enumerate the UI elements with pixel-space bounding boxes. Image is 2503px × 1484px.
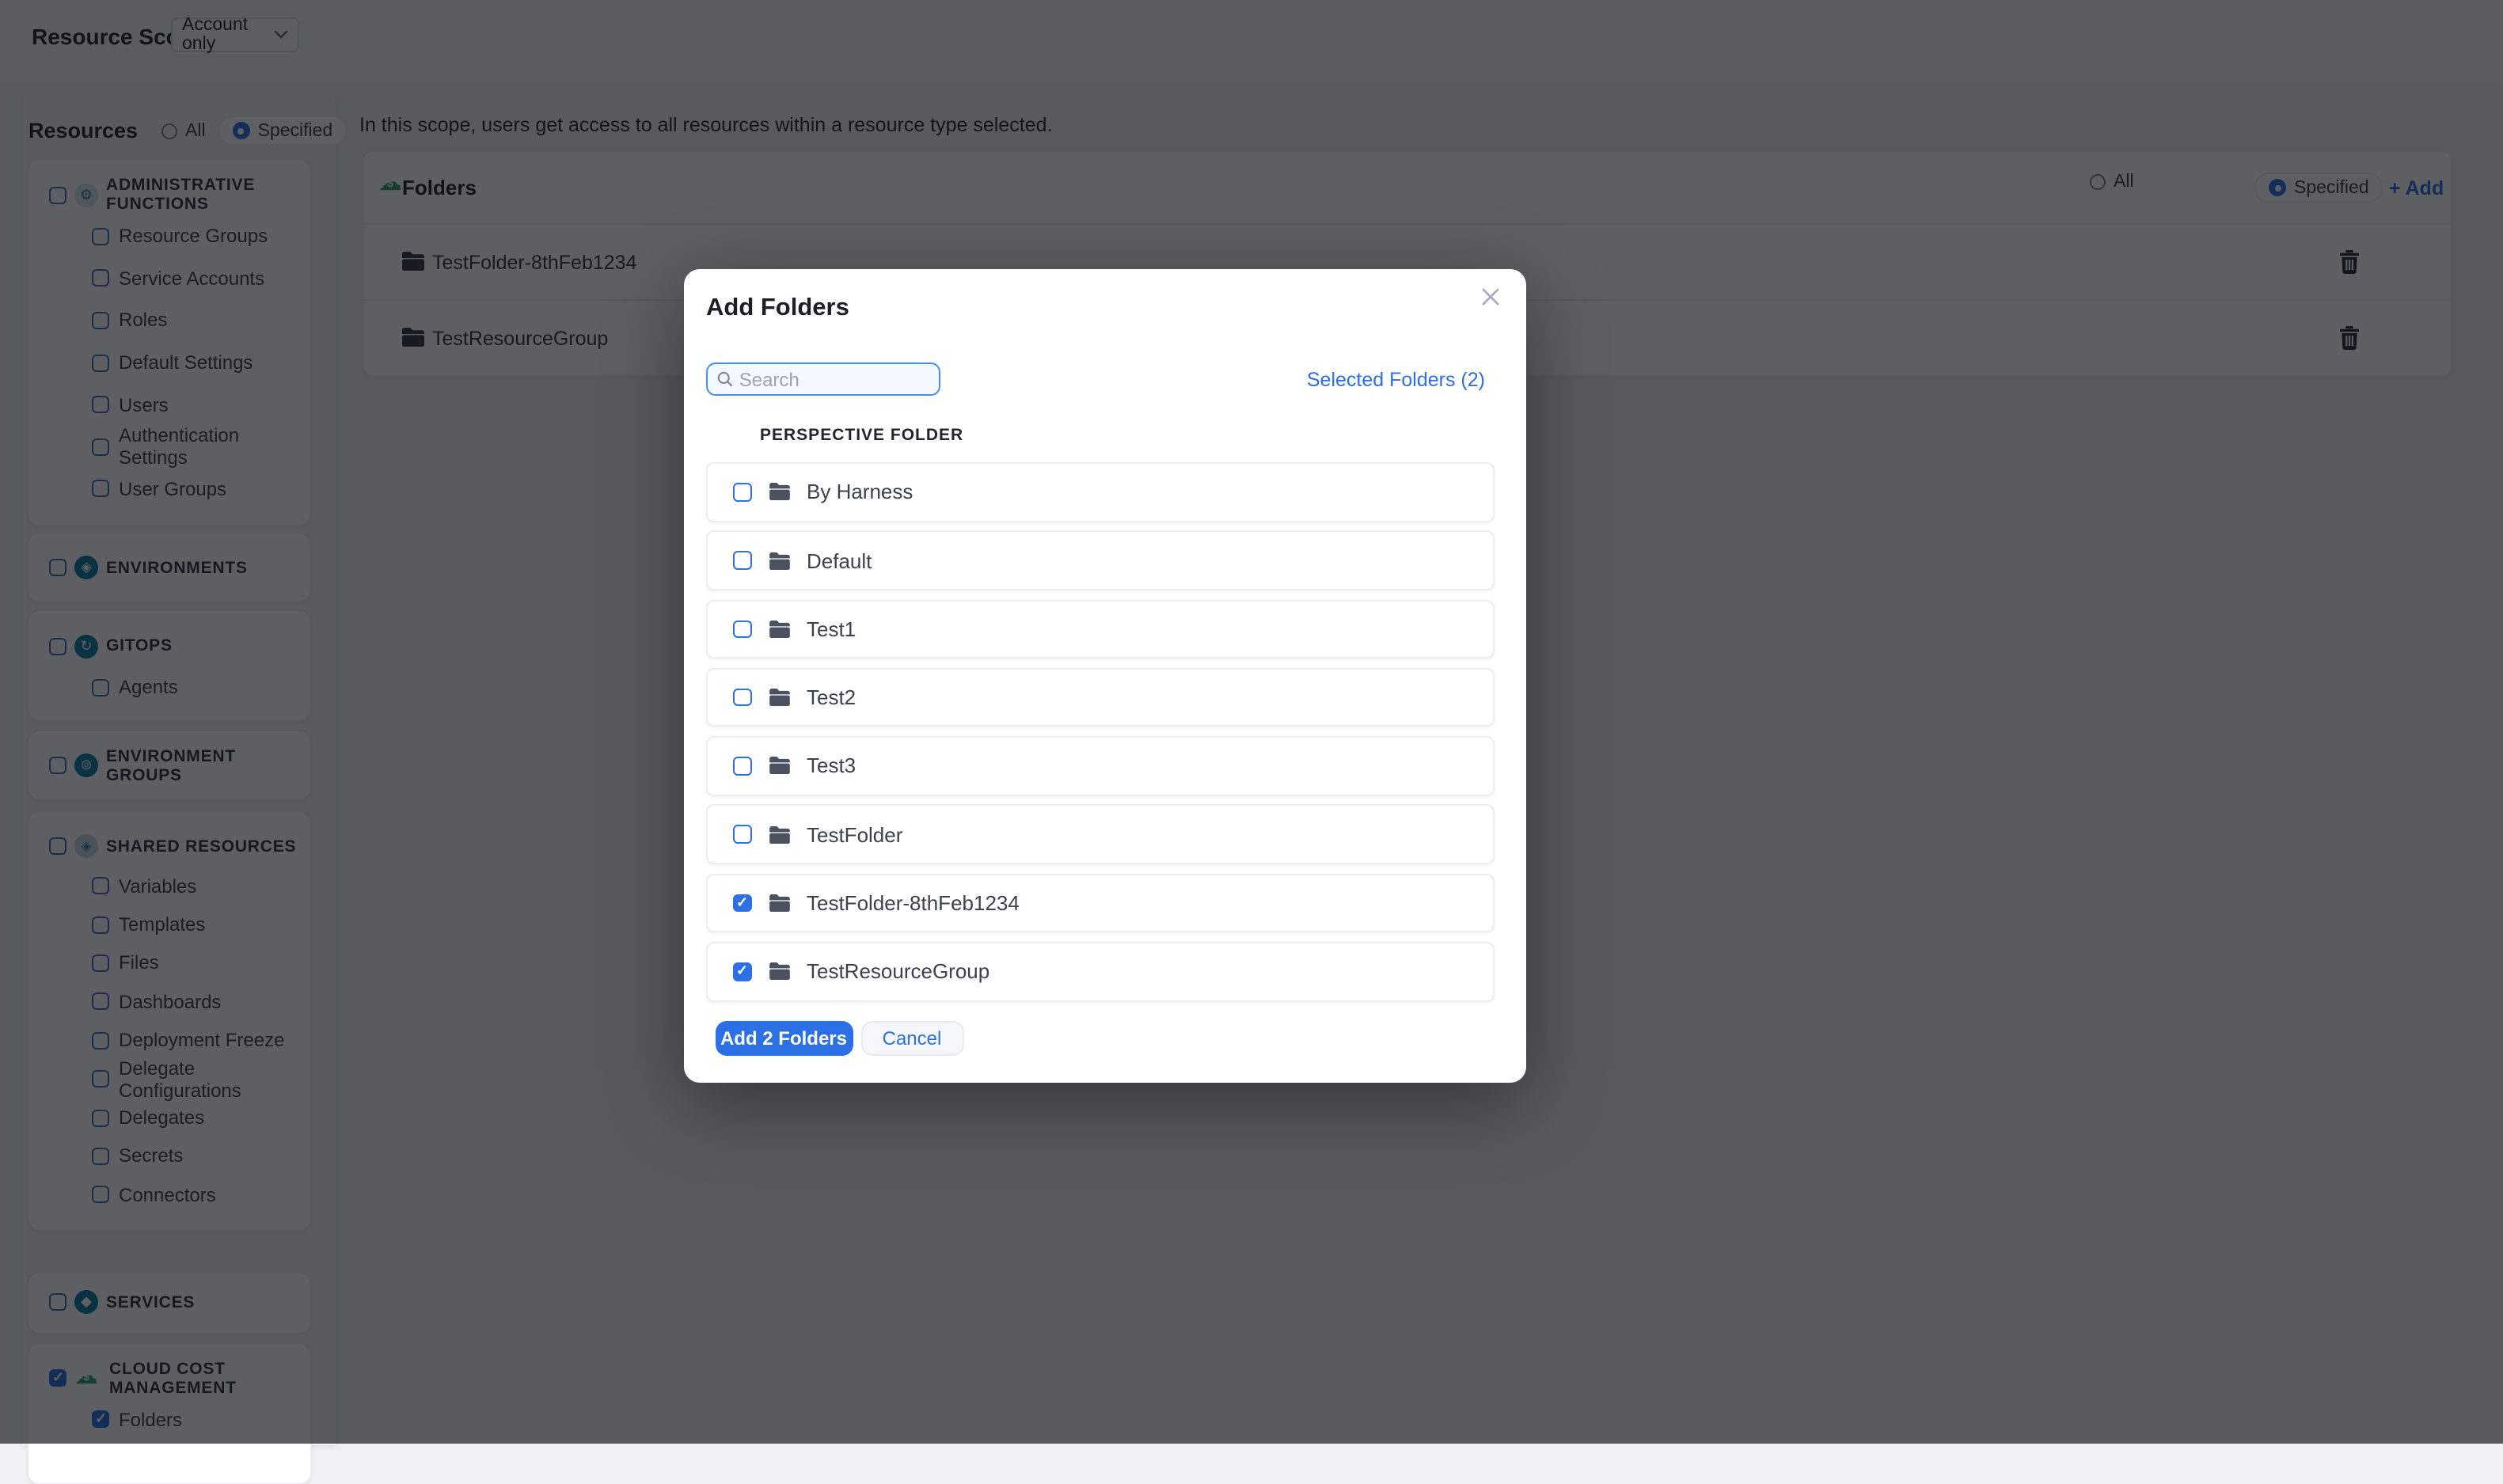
- add-folders-modal: Add Folders Selected Folders (2) PERSPEC…: [684, 269, 1526, 1083]
- perspective-folder-row[interactable]: Default: [706, 530, 1495, 590]
- add-folders-button[interactable]: Add 2 Folders: [715, 1021, 853, 1056]
- row-checkbox[interactable]: [733, 962, 751, 981]
- cancel-button[interactable]: Cancel: [860, 1021, 963, 1056]
- folder-icon: [769, 689, 789, 707]
- folder-icon: [769, 757, 789, 775]
- selected-folders-link[interactable]: Selected Folders (2): [1307, 369, 1485, 391]
- row-checkbox[interactable]: [733, 894, 751, 913]
- folder-icon: [769, 962, 789, 981]
- perspective-folder-row[interactable]: Test3: [706, 736, 1495, 796]
- perspective-folder-row[interactable]: TestResourceGroup: [706, 942, 1495, 1002]
- perspective-folder-row[interactable]: Test2: [706, 667, 1495, 727]
- row-checkbox[interactable]: [733, 551, 751, 570]
- row-checkbox[interactable]: [733, 757, 751, 776]
- search-input[interactable]: [739, 368, 929, 390]
- folder-icon: [769, 825, 789, 844]
- perspective-folder-row[interactable]: TestFolder: [706, 804, 1495, 864]
- row-checkbox[interactable]: [733, 483, 751, 501]
- modal-title: Add Folders: [706, 294, 849, 321]
- perspective-folder-row[interactable]: TestFolder-8thFeb1234: [706, 873, 1495, 933]
- column-header: PERSPECTIVE FOLDER: [760, 426, 964, 445]
- folder-icon: [769, 894, 789, 913]
- folder-icon: [769, 620, 789, 638]
- row-checkbox[interactable]: [733, 620, 751, 639]
- row-checkbox[interactable]: [733, 825, 751, 844]
- search-box: [706, 362, 940, 396]
- close-icon[interactable]: [1477, 283, 1502, 309]
- perspective-folder-row[interactable]: By Harness: [706, 462, 1495, 522]
- folder-icon: [769, 483, 789, 501]
- search-icon: [717, 371, 733, 387]
- perspective-folder-row[interactable]: Test1: [706, 599, 1495, 659]
- row-checkbox[interactable]: [733, 688, 751, 707]
- folder-icon: [769, 552, 789, 570]
